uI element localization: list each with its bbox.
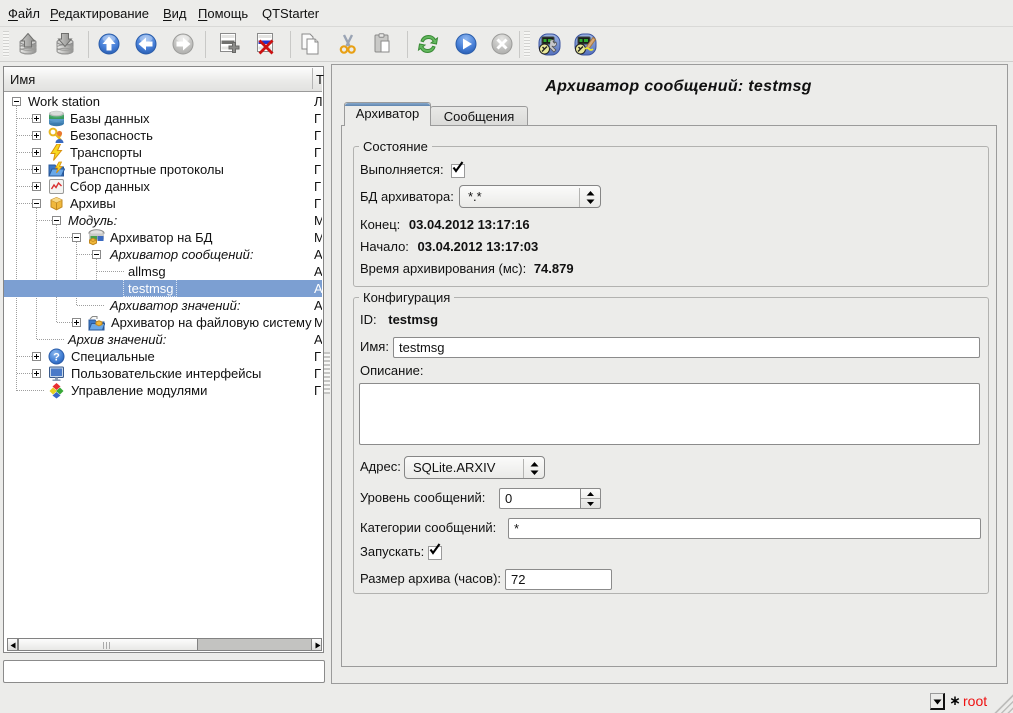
svg-text:?: ? [53,352,60,364]
